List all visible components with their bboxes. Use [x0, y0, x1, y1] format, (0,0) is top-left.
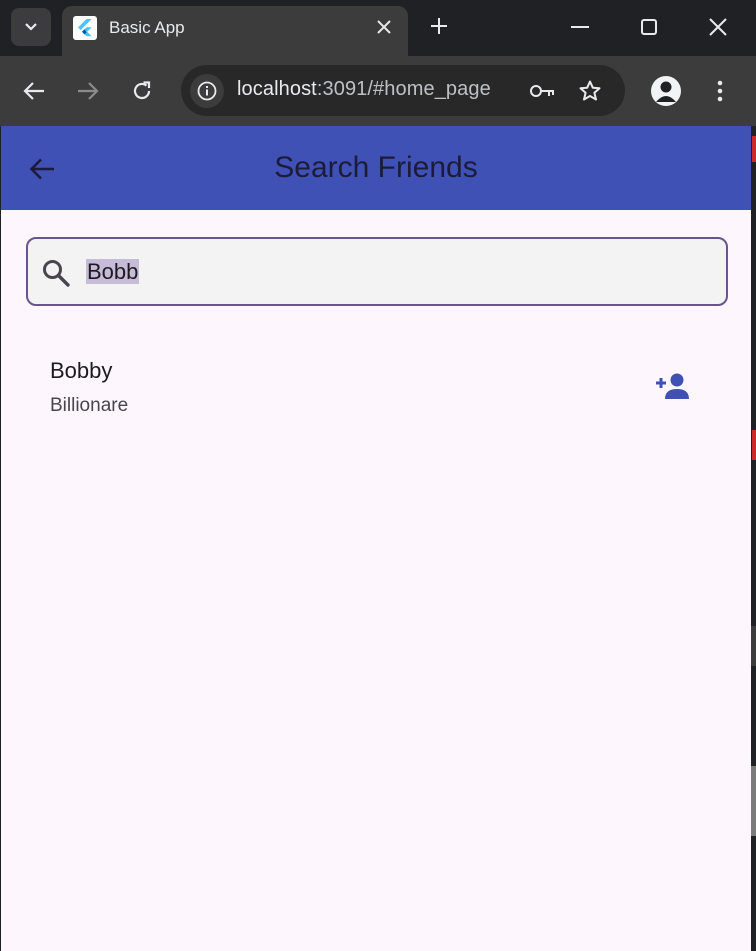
star-icon	[579, 80, 601, 101]
forward-nav-button[interactable]	[73, 76, 103, 106]
reload-icon	[133, 81, 151, 100]
search-icon	[43, 260, 70, 287]
friend-name: Bobby	[50, 358, 113, 383]
add-friend-button[interactable]	[653, 369, 693, 403]
minimize-button[interactable]	[558, 6, 602, 48]
address-bar[interactable]: localhost:3091/#home_page	[181, 65, 625, 116]
search-input-value: Bobb	[86, 259, 140, 284]
close-window-button[interactable]	[696, 6, 740, 48]
url-path: :3091/#home_page	[316, 78, 491, 100]
flutter-logo-icon	[73, 16, 97, 40]
tab-search-button[interactable]	[11, 8, 51, 46]
close-icon	[377, 20, 391, 34]
browser-toolbar: localhost:3091/#home_page	[0, 56, 756, 126]
key-icon	[530, 85, 554, 97]
search-field[interactable]: Bobb	[26, 237, 728, 306]
person-add-icon	[656, 373, 689, 399]
url-host: localhost	[237, 78, 317, 100]
close-icon	[709, 18, 727, 36]
minimize-icon	[571, 26, 589, 28]
info-icon	[197, 81, 217, 101]
url-text[interactable]: localhost:3091/#home_page	[237, 78, 491, 101]
maximize-button[interactable]	[627, 6, 671, 48]
arrow-forward-icon	[78, 82, 99, 100]
app-bar: Search Friends	[1, 126, 751, 210]
friend-subtitle: Billionare	[50, 395, 129, 416]
reload-button[interactable]	[127, 76, 157, 106]
new-tab-button[interactable]	[426, 13, 452, 39]
person-icon	[656, 81, 676, 102]
password-key-button[interactable]	[529, 78, 555, 104]
chevron-down-icon	[25, 23, 37, 31]
site-info-button[interactable]	[190, 74, 224, 108]
browser-menu-button[interactable]	[707, 76, 733, 106]
profile-avatar-button[interactable]	[651, 76, 681, 106]
search-input[interactable]: Bobb	[86, 257, 140, 287]
browser-tabstrip: Basic App	[0, 0, 756, 56]
maximize-icon	[641, 19, 657, 35]
app-page: Search Friends Bobb Bobby Billionare	[1, 126, 751, 951]
tab-title: Basic App	[109, 18, 185, 37]
page-title: Search Friends	[274, 151, 478, 184]
more-vert-icon	[717, 80, 723, 102]
tab-close-button[interactable]	[374, 17, 394, 37]
back-nav-button[interactable]	[19, 76, 49, 106]
bookmark-button[interactable]	[577, 78, 603, 104]
list-item[interactable]: Bobby Billionare	[1, 346, 751, 426]
window-edge	[751, 126, 756, 951]
browser-tab[interactable]: Basic App	[62, 6, 408, 56]
arrow-back-icon	[23, 82, 44, 100]
plus-icon	[431, 18, 447, 34]
